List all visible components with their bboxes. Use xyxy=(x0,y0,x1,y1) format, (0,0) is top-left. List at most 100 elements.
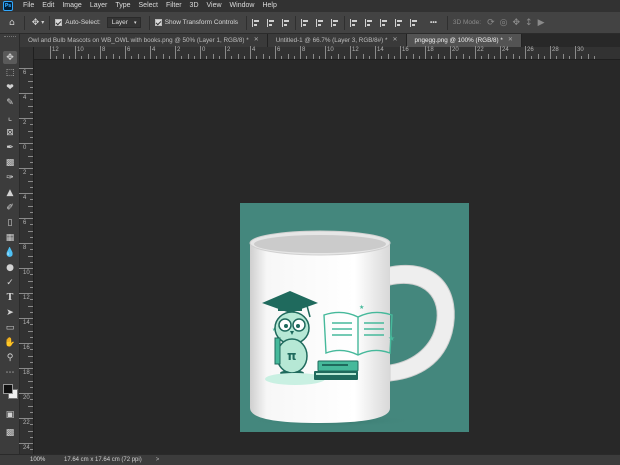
close-icon[interactable]: ✕ xyxy=(508,34,513,47)
menu-type[interactable]: Type xyxy=(111,0,134,12)
ruler-h-tick xyxy=(475,46,476,59)
eraser-tool-icon[interactable]: ▯ xyxy=(3,216,17,229)
slide-3d-icon[interactable]: ↕ xyxy=(525,12,533,34)
hand-tool-icon[interactable]: ✋ xyxy=(3,336,17,349)
ruler-h-minor-tick xyxy=(343,56,345,59)
ruler-h-minor-tick xyxy=(481,56,483,59)
show-transform-checkbox[interactable] xyxy=(154,19,162,26)
ruler-v-minor-tick xyxy=(30,336,33,338)
path-select-tool-icon[interactable]: ➤ xyxy=(3,306,17,319)
ruler-v-minor-tick xyxy=(28,280,33,282)
roll-3d-icon[interactable]: ◎ xyxy=(500,12,508,34)
document-tab[interactable]: Untitled-1 @ 66.7% (Layer 3, RGB/8#) * ✕ xyxy=(267,34,407,47)
align-bottom-edges-icon[interactable] xyxy=(331,18,339,27)
dodge-tool-icon[interactable]: ● xyxy=(3,261,17,274)
distribute-bottom-icon[interactable] xyxy=(380,18,388,27)
document-canvas[interactable]: ★ ★ ★ π xyxy=(240,203,469,432)
ruler-v-label: 18 xyxy=(23,370,30,376)
home-icon[interactable]: ⌂ xyxy=(9,12,15,34)
vertical-ruler[interactable]: 6 4 2 0 2 4 6 8 10 12 14 16 18 20 22 24 xyxy=(19,47,34,463)
ruler-v-minor-tick xyxy=(30,224,33,226)
pen-tool-icon[interactable]: ✓ xyxy=(3,276,17,289)
menu-select[interactable]: Select xyxy=(135,0,162,12)
toolbar-grip[interactable] xyxy=(4,36,16,38)
document-size-info[interactable]: 17.64 cm x 17.64 cm (72 ppi) xyxy=(64,457,142,463)
ruler-h-minor-tick xyxy=(262,54,264,59)
zoom-tool-icon[interactable]: ⚲ xyxy=(3,351,17,364)
ruler-v-minor-tick xyxy=(30,424,33,426)
menu-layer[interactable]: Layer xyxy=(86,0,112,12)
drag-3d-icon[interactable]: ✥ xyxy=(512,12,520,34)
canvas-workspace[interactable]: ★ ★ ★ π xyxy=(34,60,620,454)
crop-tool-icon[interactable]: ⌞ xyxy=(3,111,17,124)
gradient-tool-icon[interactable]: ▦ xyxy=(3,231,17,244)
ruler-h-tick xyxy=(575,46,576,59)
type-tool-icon[interactable]: T xyxy=(3,291,17,304)
distribute-middle-icon[interactable] xyxy=(410,18,418,27)
move-tool-icon[interactable]: ✥ xyxy=(3,51,17,64)
lasso-tool-icon[interactable]: ❤ xyxy=(3,81,17,94)
menu-edit[interactable]: Edit xyxy=(38,0,58,12)
horizontal-ruler[interactable]: 12 10 8 6 4 2 0 2 4 6 8 10 12 14 16 18 20 22 24 26 28 30 xyxy=(34,46,620,60)
distribute-center-icon[interactable] xyxy=(365,18,373,27)
document-tab-active[interactable]: pngegg.png @ 100% (RGB/8) * ✕ xyxy=(406,34,522,47)
zoom-level-field[interactable]: 100% xyxy=(0,457,60,463)
menu-3d[interactable]: 3D xyxy=(186,0,203,12)
status-menu-arrow[interactable]: > xyxy=(156,457,160,463)
menu-help[interactable]: Help xyxy=(258,0,280,12)
menu-filter[interactable]: Filter xyxy=(162,0,186,12)
chevron-down-icon[interactable]: ▾ xyxy=(41,12,44,34)
ruler-v-label: 12 xyxy=(23,295,30,301)
auto-select-checkbox[interactable] xyxy=(55,19,63,26)
menu-view[interactable]: View xyxy=(203,0,226,12)
ruler-v-tick xyxy=(19,93,33,94)
ruler-h-label: 0 xyxy=(202,47,206,53)
edit-toolbar-icon[interactable]: ⋯ xyxy=(3,366,17,379)
align-top-edges-icon[interactable] xyxy=(301,18,309,27)
ruler-h-minor-tick xyxy=(187,54,189,59)
menu-image[interactable]: Image xyxy=(58,0,85,12)
rectangle-tool-icon[interactable]: ▭ xyxy=(3,321,17,334)
document-tab[interactable]: Owl and Bulb Mascots on WB_OWL with book… xyxy=(20,34,268,47)
close-icon[interactable]: ✕ xyxy=(392,34,397,47)
align-horizontal-centers-icon[interactable] xyxy=(267,18,275,27)
mug-handle xyxy=(384,265,455,382)
ruler-h-minor-tick xyxy=(368,56,370,59)
clone-stamp-tool-icon[interactable]: ▲ xyxy=(3,186,17,199)
star-icon: ★ xyxy=(359,304,364,311)
eyedropper-tool-icon[interactable]: ✒ xyxy=(3,141,17,154)
auto-select-target-dropdown[interactable]: Layer ▾ xyxy=(106,17,141,28)
healing-brush-tool-icon[interactable]: ▩ xyxy=(3,156,17,169)
ruler-h-label: 2 xyxy=(177,47,181,53)
menu-file[interactable]: File xyxy=(19,0,38,12)
menu-window[interactable]: Window xyxy=(226,0,259,12)
quick-select-tool-icon[interactable]: ✎ xyxy=(3,96,17,109)
ruler-v-minor-tick xyxy=(30,311,33,313)
ruler-v-minor-tick xyxy=(28,355,33,357)
close-icon[interactable]: ✕ xyxy=(254,34,259,47)
distribute-left-icon[interactable] xyxy=(395,18,403,27)
history-brush-tool-icon[interactable]: ✐ xyxy=(3,201,17,214)
artboard-tool-icon[interactable]: ⬚ xyxy=(3,66,17,79)
ruler-h-minor-tick xyxy=(443,56,445,59)
align-left-edges-icon[interactable] xyxy=(252,18,260,27)
foreground-color-swatch-front[interactable] xyxy=(3,384,13,394)
ruler-h-label: 4 xyxy=(152,47,156,53)
orbit-3d-icon[interactable]: ⟳ xyxy=(487,12,495,34)
document-tab-label: pngegg.png @ 100% (RGB/8) * xyxy=(414,37,503,44)
frame-tool-icon[interactable]: ⊠ xyxy=(3,126,17,139)
blur-tool-icon[interactable]: 💧 xyxy=(3,246,17,259)
more-options-button[interactable]: ••• xyxy=(430,19,437,26)
align-vertical-centers-icon[interactable] xyxy=(316,18,324,27)
move-tool-preset-icon[interactable]: ✥ xyxy=(32,12,40,34)
video-camera-icon[interactable]: ▶ xyxy=(538,12,545,34)
quick-mask-icon[interactable]: ▣ xyxy=(3,408,17,421)
brush-tool-icon[interactable]: ✑ xyxy=(3,171,17,184)
ruler-h-label: 16 xyxy=(402,47,409,53)
screen-mode-icon[interactable]: ▩ xyxy=(3,426,17,439)
distribute-top-icon[interactable] xyxy=(350,18,358,27)
ruler-v-minor-tick xyxy=(30,86,33,88)
align-right-edges-icon[interactable] xyxy=(282,18,290,27)
ruler-h-minor-tick xyxy=(518,56,520,59)
ruler-h-label: 6 xyxy=(277,47,281,53)
